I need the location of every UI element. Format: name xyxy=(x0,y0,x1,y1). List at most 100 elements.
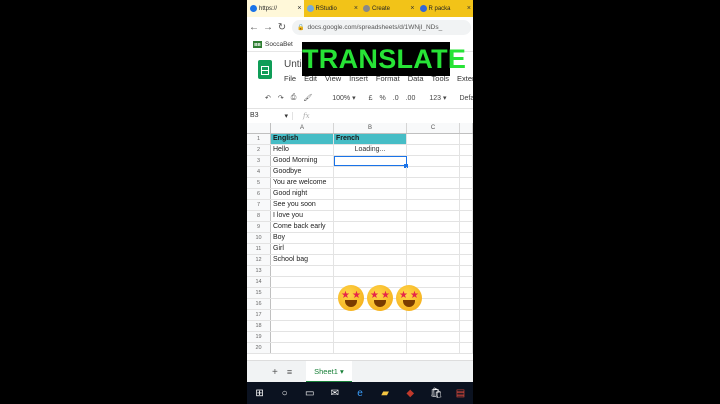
cell-d16[interactable] xyxy=(460,299,473,309)
cell-b11[interactable] xyxy=(334,244,407,254)
paint-format-icon[interactable]: 🖌 xyxy=(303,94,312,102)
browser-tab-2[interactable]: RStudio × xyxy=(304,0,361,17)
cell-d1[interactable] xyxy=(460,134,473,144)
cell-b6[interactable] xyxy=(334,189,407,199)
cell-d6[interactable] xyxy=(460,189,473,199)
cell-c1[interactable] xyxy=(407,134,460,144)
cell-c20[interactable] xyxy=(407,343,460,353)
bookmark-soccabet[interactable]: SoccaBet xyxy=(265,41,293,48)
row-header[interactable]: 11 xyxy=(247,244,271,254)
row-header[interactable]: 19 xyxy=(247,332,271,342)
cell-b9[interactable] xyxy=(334,222,407,232)
cell-d8[interactable] xyxy=(460,211,473,221)
cell-c2[interactable] xyxy=(407,145,460,155)
cell-c3[interactable] xyxy=(407,156,460,166)
cell-b20[interactable] xyxy=(334,343,407,353)
font-select[interactable]: Default xyxy=(460,95,474,102)
cell-b19[interactable] xyxy=(334,332,407,342)
row-header[interactable]: 15 xyxy=(247,288,271,298)
cell-d11[interactable] xyxy=(460,244,473,254)
cell-d7[interactable] xyxy=(460,200,473,210)
pdf-icon[interactable]: ▤ xyxy=(455,388,466,399)
cell-d5[interactable] xyxy=(460,178,473,188)
cell-d13[interactable] xyxy=(460,266,473,276)
redo-icon[interactable]: ↷ xyxy=(278,94,284,102)
cell-d12[interactable] xyxy=(460,255,473,265)
cell-c4[interactable] xyxy=(407,167,460,177)
cell-b5[interactable] xyxy=(334,178,407,188)
cell-a19[interactable] xyxy=(271,332,334,342)
cell-a7[interactable]: See you soon xyxy=(271,200,334,210)
cell-c13[interactable] xyxy=(407,266,460,276)
cell-a9[interactable]: Come back early xyxy=(271,222,334,232)
reload-icon[interactable]: ↻ xyxy=(275,22,289,33)
cell-b17[interactable] xyxy=(334,310,407,320)
cell-a5[interactable]: You are welcome xyxy=(271,178,334,188)
cell-b3[interactable] xyxy=(334,156,408,168)
cell-c8[interactable] xyxy=(407,211,460,221)
currency-button[interactable]: £ xyxy=(369,95,373,102)
cell-b2[interactable]: Loading... xyxy=(334,145,407,155)
cell-c17[interactable] xyxy=(407,310,460,320)
back-icon[interactable]: ← xyxy=(247,22,261,33)
column-header-c[interactable]: C xyxy=(407,123,460,133)
cell-d17[interactable] xyxy=(460,310,473,320)
cell-b18[interactable] xyxy=(334,321,407,331)
decrease-decimal-button[interactable]: .0 xyxy=(393,95,399,102)
cell-a11[interactable]: Girl xyxy=(271,244,334,254)
cell-b8[interactable] xyxy=(334,211,407,221)
add-sheet-icon[interactable]: + xyxy=(272,367,278,378)
cell-c11[interactable] xyxy=(407,244,460,254)
cell-a18[interactable] xyxy=(271,321,334,331)
close-tab-icon[interactable]: × xyxy=(354,5,358,12)
row-header[interactable]: 9 xyxy=(247,222,271,232)
document-title[interactable]: Unti xyxy=(284,59,302,70)
row-header[interactable]: 8 xyxy=(247,211,271,221)
cell-a10[interactable]: Boy xyxy=(271,233,334,243)
cell-a13[interactable] xyxy=(271,266,334,276)
cell-a1[interactable]: English xyxy=(271,134,334,144)
cell-a3[interactable]: Good Morning xyxy=(271,156,334,166)
undo-icon[interactable]: ↶ xyxy=(265,94,271,102)
cell-a8[interactable]: I love you xyxy=(271,211,334,221)
cell-d9[interactable] xyxy=(460,222,473,232)
row-header[interactable]: 20 xyxy=(247,343,271,353)
percent-button[interactable]: % xyxy=(380,95,386,102)
cell-b13[interactable] xyxy=(334,266,407,276)
cell-b12[interactable] xyxy=(334,255,407,265)
row-header[interactable]: 7 xyxy=(247,200,271,210)
windows-start-icon[interactable]: ⊞ xyxy=(254,388,265,399)
select-all-corner[interactable] xyxy=(247,123,271,133)
browser-tab-4[interactable]: R packa × xyxy=(417,0,474,17)
close-tab-icon[interactable]: × xyxy=(467,5,471,12)
row-header[interactable]: 14 xyxy=(247,277,271,287)
cell-d19[interactable] xyxy=(460,332,473,342)
row-header[interactable]: 5 xyxy=(247,178,271,188)
app-icon[interactable]: ◆ xyxy=(405,388,416,399)
zoom-select[interactable]: 100% ▾ xyxy=(325,94,355,102)
cell-a15[interactable] xyxy=(271,288,334,298)
row-header[interactable]: 3 xyxy=(247,156,271,166)
row-header[interactable]: 18 xyxy=(247,321,271,331)
row-header[interactable]: 12 xyxy=(247,255,271,265)
row-header[interactable]: 4 xyxy=(247,167,271,177)
cell-c18[interactable] xyxy=(407,321,460,331)
sheets-logo-icon[interactable] xyxy=(258,60,272,79)
forward-icon[interactable]: → xyxy=(261,22,275,33)
cell-a14[interactable] xyxy=(271,277,334,287)
row-header[interactable]: 16 xyxy=(247,299,271,309)
edge-icon[interactable]: e xyxy=(354,388,365,399)
cell-a12[interactable]: School bag xyxy=(271,255,334,265)
row-header[interactable]: 1 xyxy=(247,134,271,144)
browser-tab-3[interactable]: Create × xyxy=(360,0,417,17)
all-sheets-icon[interactable]: ≡ xyxy=(287,367,292,377)
row-header[interactable]: 13 xyxy=(247,266,271,276)
cell-d4[interactable] xyxy=(460,167,473,177)
mail-icon[interactable]: ✉ xyxy=(329,388,340,399)
cell-c12[interactable] xyxy=(407,255,460,265)
cell-d20[interactable] xyxy=(460,343,473,353)
cell-a17[interactable] xyxy=(271,310,334,320)
row-header[interactable]: 2 xyxy=(247,145,271,155)
cell-d15[interactable] xyxy=(460,288,473,298)
url-bar[interactable]: 🔒 docs.google.com/spreadsheets/d/1WNjI_N… xyxy=(292,20,471,35)
